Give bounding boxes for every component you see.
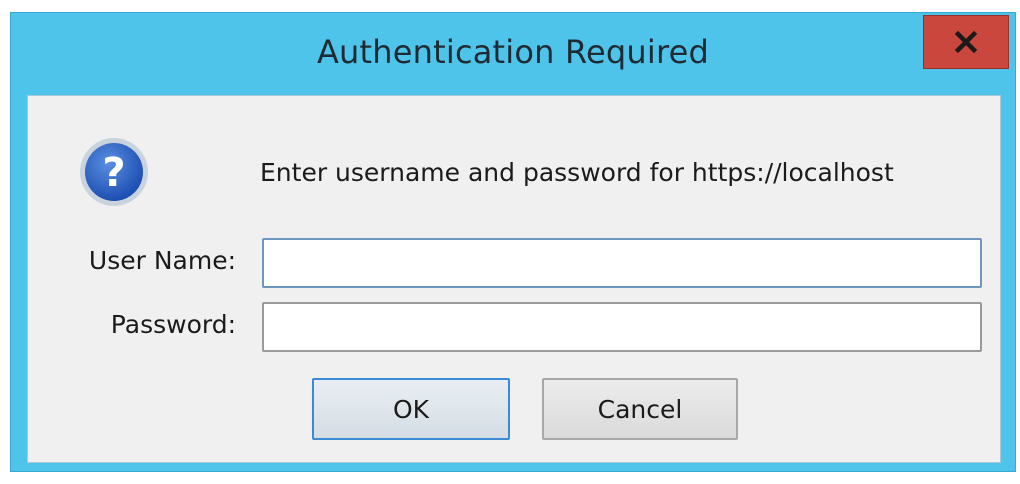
svg-text:?: ? bbox=[102, 150, 125, 196]
title-bar[interactable]: Authentication Required bbox=[11, 13, 1015, 95]
prompt-message: Enter username and password for https://… bbox=[260, 158, 894, 187]
close-icon bbox=[954, 30, 978, 54]
close-button[interactable] bbox=[923, 15, 1009, 69]
question-icon: ? bbox=[80, 138, 148, 206]
cancel-button[interactable]: Cancel bbox=[542, 378, 738, 440]
ok-button[interactable]: OK bbox=[312, 378, 510, 440]
dialog-body: ? Enter username and password for https:… bbox=[27, 95, 1001, 463]
auth-dialog-window: Authentication Required ? Enter username… bbox=[10, 12, 1016, 472]
username-label: User Name: bbox=[88, 246, 236, 275]
window-title: Authentication Required bbox=[316, 33, 710, 71]
password-input[interactable] bbox=[262, 302, 982, 352]
username-input[interactable] bbox=[262, 238, 982, 288]
password-label: Password: bbox=[110, 310, 236, 339]
